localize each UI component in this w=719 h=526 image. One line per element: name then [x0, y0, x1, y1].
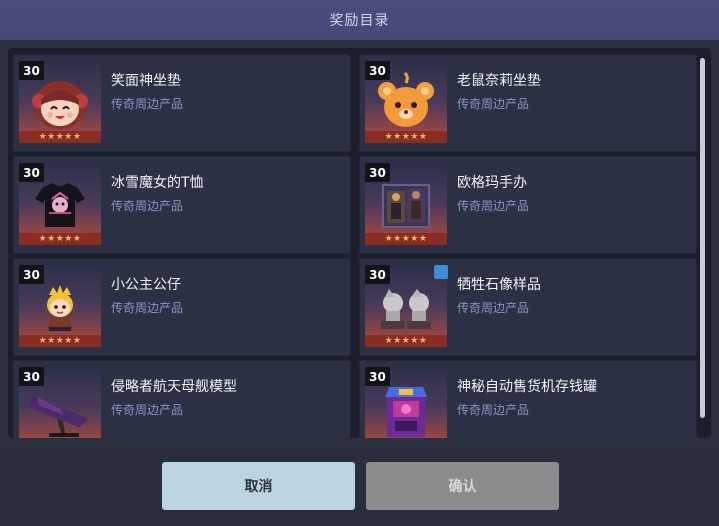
item-thumbnail: 30 ★★★★★	[365, 61, 447, 143]
item-name: 小公主公仔	[111, 277, 181, 293]
item-name: 老鼠奈莉坐垫	[457, 73, 541, 89]
quantity-badge: 30	[365, 163, 390, 182]
quantity-badge: 30	[365, 61, 390, 80]
quantity-badge: 30	[19, 367, 44, 386]
reward-item[interactable]: 30 神秘自动售货机存钱罐 传奇周边产品	[359, 360, 697, 438]
rarity-stars: ★★★★★	[365, 131, 447, 143]
reward-item[interactable]: 30 ★★★★★ 欧格玛手办 传奇周边产品	[359, 156, 697, 254]
reward-item[interactable]: 30 ★★★★★ 笑面神坐垫 传奇周边产品	[13, 54, 351, 152]
dialog-title: 奖励目录	[329, 13, 390, 29]
item-category: 传奇周边产品	[457, 301, 530, 315]
quantity-badge: 30	[19, 163, 44, 182]
reward-item[interactable]: 30 ★★★★★ 老鼠奈莉坐垫 传奇周边产品	[359, 54, 697, 152]
reward-item[interactable]: 30 ★★★★★ 小公主公仔 传奇周边产品	[13, 258, 351, 356]
item-thumbnail: 30 ★★★★★	[365, 163, 447, 245]
reward-list[interactable]: 30 ★★★★★ 笑面神坐垫 传奇周边产品 30 ★★★★★ 老鼠奈莉坐垫 传奇…	[8, 48, 711, 438]
reward-item[interactable]: 30 ★★★★★ 冰雪魔女的T恤 传奇周边产品	[13, 156, 351, 254]
rarity-stars: ★★★★★	[19, 131, 101, 143]
item-category: 传奇周边产品	[111, 403, 184, 417]
rarity-stars: ★★★★★	[365, 233, 447, 245]
item-category: 传奇周边产品	[111, 97, 184, 111]
reward-item[interactable]: 30 侵略者航天母舰模型 传奇周边产品	[13, 360, 351, 438]
item-name: 侵略者航天母舰模型	[111, 379, 237, 395]
confirm-button[interactable]: 确认	[366, 462, 559, 510]
dialog-header: 奖励目录	[0, 0, 719, 40]
item-thumbnail: 30 ★★★★★	[19, 265, 101, 347]
rarity-stars: ★★★★★	[19, 335, 101, 347]
rarity-stars: ★★★★★	[19, 233, 101, 245]
quantity-badge: 30	[365, 265, 390, 284]
dialog-footer	[0, 446, 719, 526]
item-category: 传奇周边产品	[111, 301, 184, 315]
quantity-badge: 30	[19, 61, 44, 80]
item-name: 欧格玛手办	[457, 175, 527, 191]
item-thumbnail: 30 ★★★★★	[19, 61, 101, 143]
bookmark-icon	[434, 265, 448, 279]
quantity-badge: 30	[19, 265, 44, 284]
item-thumbnail: 30	[19, 367, 101, 438]
item-category: 传奇周边产品	[457, 403, 530, 417]
reward-item[interactable]: 30 ★★★★★ 牺牲石像样品 传奇周边产品	[359, 258, 697, 356]
rarity-stars: ★★★★★	[365, 335, 447, 347]
quantity-badge: 30	[365, 367, 390, 386]
item-thumbnail: 30	[365, 367, 447, 438]
item-category: 传奇周边产品	[457, 199, 530, 213]
item-name: 神秘自动售货机存钱罐	[457, 379, 597, 395]
item-name: 牺牲石像样品	[457, 277, 541, 293]
item-name: 冰雪魔女的T恤	[111, 175, 204, 191]
scrollbar-thumb[interactable]	[700, 58, 705, 418]
reward-catalog-dialog: 奖励目录 30 ★★★★★ 笑面神坐垫 传奇周边产品 30 ★★★★★ 老鼠奈莉…	[0, 0, 719, 526]
item-thumbnail: 30 ★★★★★	[19, 163, 101, 245]
item-category: 传奇周边产品	[457, 97, 530, 111]
item-name: 笑面神坐垫	[111, 73, 181, 89]
cancel-button[interactable]: 取消	[162, 462, 355, 510]
item-category: 传奇周边产品	[111, 199, 184, 213]
